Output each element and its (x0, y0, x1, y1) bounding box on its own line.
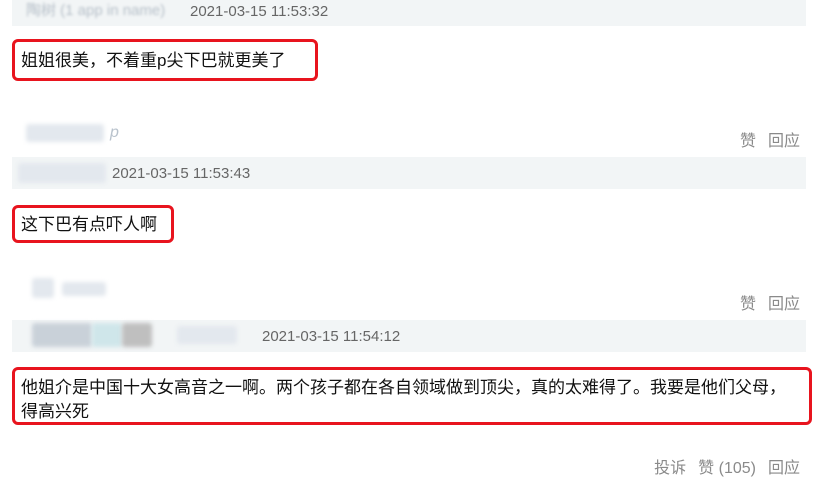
username-blur (32, 323, 92, 347)
like-button[interactable]: 赞 (105) (698, 460, 756, 477)
reply-button[interactable]: 回应 (768, 133, 800, 150)
comment-timestamp: 2021-03-15 11:54:12 (262, 328, 401, 345)
comment-timestamp: 2021-03-15 11:53:32 (190, 3, 329, 20)
username-blur (122, 323, 152, 347)
like-button[interactable]: 赞 (740, 296, 756, 313)
avatar-placeholder (32, 278, 54, 298)
comment-text: 姐姐很美，不着重p尖下巴就更美了 (12, 39, 318, 81)
comment-body: 姐姐很美，不着重p尖下巴就更美了 (21, 51, 286, 70)
username-blur (177, 326, 237, 344)
comment-text: 这下巴有点吓人啊 (12, 205, 174, 243)
comment-meta-bar: 陶树 (1 app in name) 2021-03-15 11:53:32 (12, 0, 806, 26)
report-button[interactable]: 投诉 (654, 460, 686, 477)
comment-text: 他姐介是中国十大女高音之一啊。两个孩子都在各自领域做到顶尖，真的太难得了。我要是… (12, 367, 812, 425)
username-blur (18, 163, 106, 183)
comment-meta-bar: 2021-03-15 11:53:43 (12, 157, 806, 189)
comment-actions: 赞回应 (728, 127, 800, 151)
reply-button[interactable]: 回应 (768, 460, 800, 477)
username-blur (92, 323, 122, 347)
comment-body: 这下巴有点吓人啊 (21, 215, 157, 234)
username-suffix: p (110, 124, 119, 141)
comment-body: 他姐介是中国十大女高音之一啊。两个孩子都在各自领域做到顶尖，真的太难得了。我要是… (21, 378, 786, 421)
comment-actions: 投诉赞 (105) 回应 (642, 454, 800, 478)
comment-meta-bar: 2021-03-15 11:54:12 (12, 320, 806, 352)
reply-button[interactable]: 回应 (768, 296, 800, 313)
comment-actions: 赞回应 (728, 290, 800, 314)
avatar-placeholder (62, 282, 106, 296)
comment-timestamp: 2021-03-15 11:53:43 (112, 165, 251, 182)
like-button[interactable]: 赞 (740, 133, 756, 150)
avatar-placeholder (26, 124, 104, 142)
username-link[interactable]: 陶树 (1 app in name) (26, 2, 165, 20)
